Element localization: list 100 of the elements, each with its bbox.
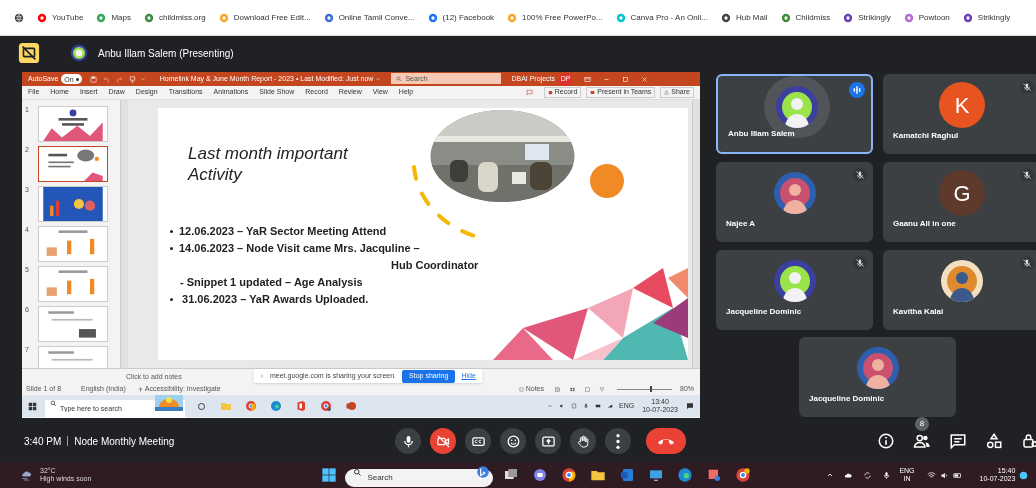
sync-icon[interactable] — [863, 470, 873, 480]
bullet-icon — [170, 247, 173, 250]
participant-tile[interactable]: G Gaanu All in one — [883, 162, 1036, 242]
participant-tile[interactable]: Najee A — [716, 162, 873, 242]
more-icon — [616, 433, 620, 449]
mic-muted-icon — [1020, 256, 1034, 270]
emoji-button[interactable] — [500, 428, 526, 454]
bookmark[interactable]: childmiss.org — [144, 11, 206, 24]
bullet-text: 12.06.2023 – YaR Sector Meeting Attend — [179, 224, 387, 239]
slide-thumbnail[interactable] — [38, 146, 108, 182]
save-icon[interactable] — [89, 75, 97, 83]
participant-name: Najee A — [726, 218, 756, 230]
lock-button[interactable] — [1020, 431, 1036, 451]
bullet-icon — [170, 298, 173, 301]
battery-icon[interactable] — [952, 470, 962, 480]
maximize-icon[interactable] — [622, 75, 629, 83]
notification-icon[interactable] — [1019, 470, 1029, 480]
mic-muted-icon — [1020, 168, 1034, 182]
bookmark[interactable]: Canva Pro - An Onli... — [615, 11, 708, 24]
end-call-icon — [658, 437, 674, 445]
chat-app-icon[interactable] — [532, 467, 549, 483]
search-icon — [396, 75, 403, 82]
circle-decoration — [590, 164, 624, 198]
audio-indicator-icon — [849, 82, 865, 98]
windows-logo-icon[interactable] — [28, 401, 37, 411]
bookmark[interactable]: Maps — [96, 11, 131, 24]
hand-button[interactable] — [570, 428, 596, 454]
bookmark[interactable]: Download Free Edit... — [218, 11, 311, 24]
presenter-icon[interactable] — [128, 75, 136, 83]
teams-icon — [590, 90, 596, 95]
present-screen-icon — [540, 433, 556, 449]
bookmark[interactable]: Strikingly — [843, 11, 891, 24]
chat-icon — [949, 432, 967, 450]
bookmark[interactable]: Online Tamil Conve... — [323, 11, 415, 24]
info-button[interactable] — [876, 431, 896, 451]
search-icon — [353, 467, 363, 477]
participant-name: Jacqueline Dominic — [809, 393, 885, 405]
share-icon — [664, 90, 670, 95]
participant-tile[interactable]: Kavitha Kalai — [883, 250, 1036, 330]
browser-icon[interactable] — [677, 467, 694, 483]
browser-icon[interactable] — [561, 467, 578, 483]
bookmark[interactable]: Strikingly — [962, 11, 1011, 24]
scrollbar[interactable] — [692, 100, 700, 368]
ribbon-display-icon[interactable] — [584, 75, 591, 83]
present-button[interactable] — [535, 428, 561, 454]
captions-button[interactable] — [465, 428, 491, 454]
close-icon[interactable] — [641, 75, 648, 83]
activities-button[interactable] — [984, 431, 1004, 451]
more-button[interactable] — [605, 428, 631, 454]
bookmark[interactable]: YouTube — [37, 11, 84, 24]
speaker-icon[interactable] — [939, 470, 949, 480]
camera-button[interactable] — [430, 428, 456, 454]
slide-title: Last month important Activity — [188, 143, 350, 185]
bullet-text: 14.06.2023 – Node Visit came Mrs. Jacquline – — [179, 241, 420, 256]
participant-name: Jacqueline Dominic — [726, 306, 802, 318]
activities-icon — [985, 432, 1003, 450]
caret-icon[interactable] — [826, 471, 835, 479]
participant-tile[interactable]: K Kamatchi Raghul — [883, 74, 1036, 154]
participant-tile[interactable]: Jacqueline Dominic — [716, 250, 873, 330]
mic-muted-icon — [853, 256, 867, 270]
bookmark[interactable]: 100% Free PowerPo... — [507, 11, 603, 24]
leave-button[interactable] — [646, 428, 686, 454]
meeting-title: Node Monthly Meeting — [74, 434, 175, 449]
bing-icon — [476, 465, 491, 479]
taskbar-search-field[interactable]: Search — [345, 468, 494, 487]
scrollbar[interactable] — [120, 100, 128, 368]
participant-name: Gaanu All in one — [893, 218, 956, 230]
slides-app-icon[interactable] — [345, 400, 357, 412]
wifi-icon[interactable] — [926, 470, 936, 480]
participant-tile[interactable]: Anbu Illam Salem — [716, 74, 873, 154]
monitor-icon[interactable] — [648, 467, 665, 483]
bullet-text: 31.06.2023 – YaR Awards Uploaded. — [181, 292, 369, 307]
bookmark[interactable]: Hub Mail — [720, 11, 768, 24]
globe-icon[interactable] — [14, 12, 24, 23]
search-icon — [50, 399, 57, 407]
participant-name: Anbu Illam Salem — [728, 128, 795, 140]
participant-tile[interactable]: Jacqueline Dominic — [799, 337, 956, 417]
bullet-text: - Snippet 1 updated – Age Analysis — [180, 276, 363, 288]
bullet-icon — [170, 230, 173, 233]
chat-button[interactable] — [948, 431, 968, 451]
mic-muted-icon — [853, 168, 867, 182]
participant-name: Kamatchi Raghul — [893, 130, 959, 142]
mic-muted-icon — [1020, 80, 1034, 94]
present-icon[interactable] — [18, 42, 40, 64]
bullet-text: Hub Coordinator — [391, 259, 479, 271]
sorter-view-icon[interactable] — [569, 386, 576, 392]
browser-icon[interactable] — [735, 467, 752, 483]
notes-icon — [518, 386, 524, 392]
snipping-icon[interactable] — [706, 467, 723, 483]
info-icon — [877, 432, 895, 450]
mic-button[interactable] — [395, 428, 421, 454]
windows-logo-icon[interactable] — [321, 467, 338, 483]
word-app-icon[interactable] — [619, 467, 636, 483]
notification-icon[interactable] — [686, 402, 694, 410]
bookmark[interactable]: Childmiss — [780, 11, 831, 24]
bookmark[interactable]: Powtoon — [903, 11, 950, 24]
tray-icon[interactable] — [583, 403, 589, 409]
bookmark[interactable]: (12) Facebook — [427, 11, 495, 24]
microphone-icon[interactable] — [882, 470, 892, 480]
office-icon[interactable] — [295, 400, 307, 412]
